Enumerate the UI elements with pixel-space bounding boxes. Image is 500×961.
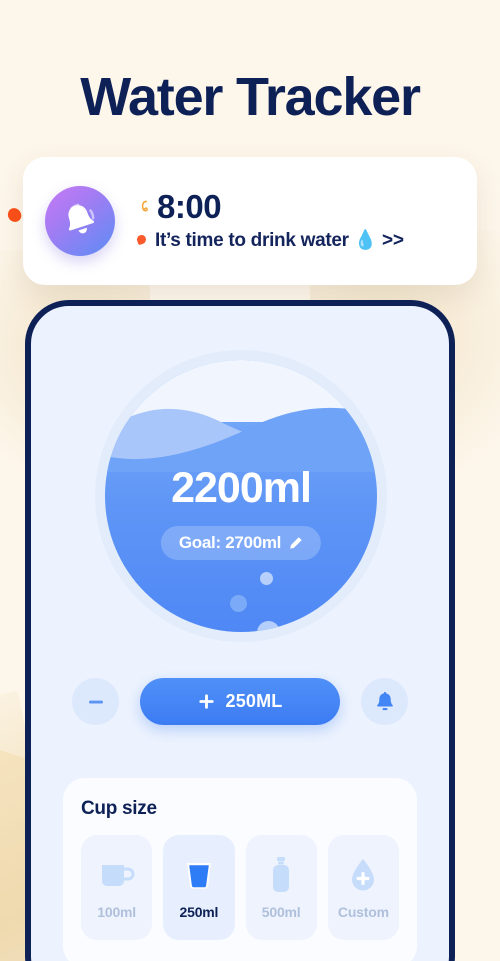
cup-size-card: Cup size 100ml 250ml 500ml Custom <box>63 778 417 961</box>
cup-option-250ml[interactable]: 250ml <box>163 835 235 940</box>
goal-label: Goal: 2700ml <box>178 533 282 552</box>
bottle-icon <box>269 855 293 895</box>
cup-option-label: 500ml <box>261 904 301 920</box>
phone-mockup: 2200ml Goal: 2700ml 250ML Cup size 100ml… <box>25 300 455 961</box>
bell-icon <box>376 691 393 710</box>
add-water-button[interactable]: 250ML <box>140 678 340 725</box>
swirl-icon <box>141 201 148 212</box>
cup-size-options: 100ml 250ml 500ml Custom <box>81 835 399 940</box>
water-bubble <box>230 595 247 612</box>
decrease-button[interactable] <box>72 678 119 725</box>
cup-option-label: Custom <box>337 904 389 920</box>
reminder-button[interactable] <box>361 678 408 725</box>
cup-option-500ml[interactable]: 500ml <box>245 835 317 940</box>
notification-text-block: 8:00 It’s time to drink water 💧 >> <box>135 190 404 252</box>
cup-size-heading: Cup size <box>81 798 157 819</box>
cup-option-100ml[interactable]: 100ml <box>81 835 153 940</box>
water-bubble <box>257 621 280 632</box>
add-water-label: 250ML <box>225 691 283 711</box>
app-promo-page: Water Tracker 8:00 It’s time to drink wa… <box>0 0 500 961</box>
cup-option-label: 250ml <box>179 904 219 920</box>
droplet-plus-icon <box>347 855 379 895</box>
pencil-icon[interactable] <box>288 536 303 551</box>
plus-icon <box>199 694 215 709</box>
water-wave <box>105 407 377 472</box>
cup-option-label: 100ml <box>97 904 136 920</box>
water-progress-circle[interactable]: 2200ml Goal: 2700ml <box>95 350 387 642</box>
notification-message: It’s time to drink water 💧 >> <box>155 229 404 251</box>
confetti-blob-orange <box>5 205 24 225</box>
notification-card[interactable]: 8:00 It’s time to drink water 💧 >> <box>23 157 477 285</box>
page-title: Water Tracker <box>80 67 421 127</box>
minus-icon <box>88 700 103 703</box>
notification-message-row: It’s time to drink water 💧 >> <box>135 228 404 252</box>
mug-icon <box>98 855 136 895</box>
notification-bell-badge <box>45 186 115 256</box>
cup-option-custom[interactable]: Custom <box>327 835 399 940</box>
orange-dot-icon <box>135 234 148 246</box>
water-fill: 2200ml Goal: 2700ml <box>105 360 377 632</box>
water-bubble <box>260 572 273 585</box>
goal-badge[interactable]: Goal: 2700ml <box>160 526 322 560</box>
control-row: 250ML <box>31 678 449 725</box>
water-amount: 2200ml <box>171 464 312 512</box>
notification-time-row: 8:00 <box>137 190 404 225</box>
notification-time: 8:00 <box>157 188 222 226</box>
glass-icon <box>182 855 216 895</box>
bell-icon <box>68 203 95 234</box>
